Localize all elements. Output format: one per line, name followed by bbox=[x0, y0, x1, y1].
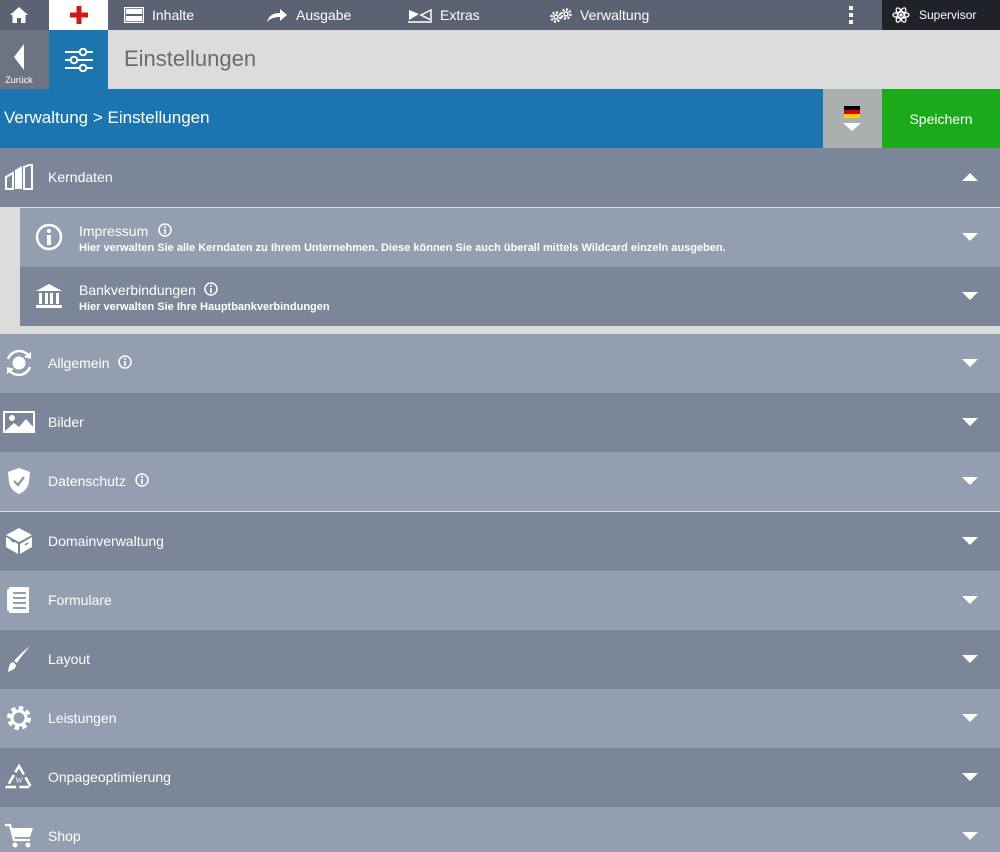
chevron-down-icon[interactable] bbox=[962, 477, 978, 485]
breadcrumb: Verwaltung > Einstellungen bbox=[4, 108, 210, 127]
chevron-down-icon[interactable] bbox=[962, 233, 978, 241]
add-button[interactable] bbox=[49, 0, 108, 30]
more-menu-button[interactable] bbox=[840, 0, 862, 30]
nav-label: Extras bbox=[440, 7, 480, 23]
section-label: Shop bbox=[48, 828, 81, 844]
kerndaten-items: Impressum Hier verwalten Sie alle Kernda… bbox=[0, 208, 1000, 334]
output-arrow-icon bbox=[266, 7, 288, 23]
section-bilder[interactable]: Bilder bbox=[0, 393, 1000, 452]
atom-icon bbox=[892, 6, 910, 24]
plus-icon bbox=[69, 6, 88, 24]
nav-ausgabe[interactable]: Ausgabe bbox=[266, 0, 351, 30]
home-icon bbox=[10, 7, 28, 23]
chevron-down-icon[interactable] bbox=[962, 418, 978, 426]
subsection-bankverbindungen[interactable]: Bankverbindungen Hier verwalten Sie Ihre… bbox=[20, 267, 1000, 326]
chevron-down-icon[interactable] bbox=[962, 596, 978, 604]
caret-down-icon bbox=[843, 123, 861, 131]
user-label: Supervisor bbox=[919, 8, 977, 22]
cart-icon bbox=[4, 821, 34, 851]
section-formulare[interactable]: Formulare bbox=[0, 571, 1000, 630]
info-icon[interactable] bbox=[158, 223, 172, 237]
image-icon bbox=[2, 407, 36, 437]
nav-inhalte[interactable]: Inhalte bbox=[124, 0, 194, 30]
subsection-description: Hier verwalten Sie Ihre Hauptbankverbind… bbox=[79, 301, 330, 313]
section-kerndaten[interactable]: Kerndaten bbox=[0, 148, 1000, 207]
svg-text:W: W bbox=[15, 776, 23, 785]
info-icon[interactable] bbox=[135, 473, 149, 487]
chevron-down-icon[interactable] bbox=[962, 359, 978, 367]
subsection-title: Impressum bbox=[79, 223, 149, 239]
nav-label: Ausgabe bbox=[296, 7, 352, 23]
extras-icon bbox=[408, 7, 432, 23]
nav-label: Verwaltung bbox=[580, 7, 650, 23]
section-label: Onpageoptimierung bbox=[48, 769, 171, 785]
bank-icon bbox=[34, 281, 64, 311]
settings-tile bbox=[49, 30, 108, 89]
section-label: Datenschutz bbox=[48, 473, 126, 489]
page-title: Einstellungen bbox=[124, 46, 257, 71]
section-label: Bilder bbox=[48, 414, 84, 430]
breadcrumb-bar: Verwaltung > Einstellungen Speichern bbox=[0, 89, 1000, 148]
user-menu[interactable]: Supervisor bbox=[882, 0, 1000, 30]
shield-check-icon bbox=[4, 466, 34, 496]
content-icon bbox=[124, 7, 144, 23]
gear-icon bbox=[4, 703, 34, 733]
chevron-down-icon[interactable] bbox=[962, 773, 978, 781]
chevron-up-icon[interactable] bbox=[962, 173, 978, 181]
back-label: Zurück bbox=[5, 75, 33, 85]
save-button[interactable]: Speichern bbox=[882, 89, 1000, 148]
section-label: Domainverwaltung bbox=[48, 533, 164, 549]
section-label: Layout bbox=[48, 651, 91, 667]
back-arrow-icon bbox=[14, 44, 24, 70]
section-label: Allgemein bbox=[48, 355, 110, 371]
section-onpageoptimierung[interactable]: W Onpageoptimierung bbox=[0, 748, 1000, 807]
vertical-dots-icon bbox=[849, 6, 853, 24]
section-layout[interactable]: Layout bbox=[0, 630, 1000, 689]
subsection-impressum[interactable]: Impressum Hier verwalten Sie alle Kernda… bbox=[20, 208, 1000, 267]
nav-extras[interactable]: Extras bbox=[408, 0, 480, 30]
info-icon[interactable] bbox=[204, 282, 218, 296]
section-leistungen[interactable]: Leistungen bbox=[0, 689, 1000, 748]
domain-cube-icon bbox=[4, 526, 34, 556]
info-icon[interactable] bbox=[118, 355, 132, 369]
chevron-down-icon[interactable] bbox=[962, 714, 978, 722]
chevron-down-icon[interactable] bbox=[962, 655, 978, 663]
top-navigation: Inhalte Ausgabe Extras Verwaltung Superv… bbox=[0, 0, 1000, 30]
german-flag-icon bbox=[844, 106, 860, 118]
chevron-down-icon[interactable] bbox=[962, 832, 978, 840]
form-list-icon bbox=[4, 585, 34, 615]
section-label: Kerndaten bbox=[48, 169, 113, 185]
section-allgemein[interactable]: Allgemein bbox=[0, 334, 1000, 393]
language-select[interactable] bbox=[823, 89, 882, 148]
section-label: Formulare bbox=[48, 592, 112, 608]
back-button[interactable]: Zurück bbox=[0, 30, 49, 89]
gears-icon bbox=[550, 7, 572, 23]
globe-refresh-icon bbox=[4, 348, 34, 378]
chevron-down-icon[interactable] bbox=[962, 292, 978, 300]
brush-icon bbox=[4, 644, 34, 674]
buildings-icon bbox=[4, 162, 34, 192]
subsection-title: Bankverbindungen bbox=[79, 282, 196, 298]
subsection-description: Hier verwalten Sie alle Kerndaten zu Ihr… bbox=[79, 242, 726, 254]
section-label: Leistungen bbox=[48, 710, 117, 726]
info-circle-icon bbox=[34, 222, 64, 252]
nav-verwaltung[interactable]: Verwaltung bbox=[550, 0, 649, 30]
recycle-w-icon: W bbox=[4, 762, 34, 792]
section-shop[interactable]: Shop bbox=[0, 807, 1000, 852]
nav-label: Inhalte bbox=[152, 7, 195, 23]
sliders-icon bbox=[64, 47, 93, 72]
section-domainverwaltung[interactable]: Domainverwaltung bbox=[0, 512, 1000, 571]
chevron-down-icon[interactable] bbox=[962, 537, 978, 545]
section-datenschutz[interactable]: Datenschutz bbox=[0, 452, 1000, 511]
title-row: Zurück Einstellungen bbox=[0, 30, 1000, 89]
home-button[interactable] bbox=[0, 0, 38, 30]
